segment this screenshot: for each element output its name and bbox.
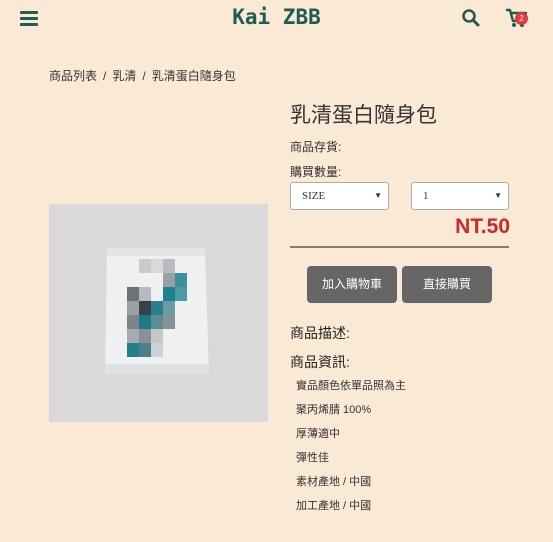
stock-label: 商品存貨: — [290, 140, 342, 154]
buy-now-button[interactable]: 直接購買 — [402, 266, 492, 303]
spec-item: 素材產地 / 中國 — [296, 476, 372, 488]
spec-item: 聚丙烯腈 100% — [296, 404, 372, 416]
chevron-down-icon: ▼ — [374, 191, 382, 200]
breadcrumb-item-current: 乳清蛋白隨身包 — [151, 69, 236, 83]
header: Kai ZBB 2 — [0, 0, 553, 36]
breadcrumb-separator: / — [142, 69, 146, 83]
add-to-cart-button[interactable]: 加入購物車 — [307, 266, 397, 303]
info-title: 商品資訊: — [290, 354, 350, 370]
size-select-value: SIZE — [302, 190, 326, 202]
description-title: 商品描述: — [290, 325, 350, 341]
search-icon[interactable] — [461, 8, 481, 28]
spec-item: 加工產地 / 中國 — [296, 500, 372, 512]
breadcrumb-separator: / — [103, 69, 107, 83]
spec-item: 厚薄適中 — [296, 428, 340, 440]
quantity-select-value: 1 — [423, 190, 429, 202]
spec-list: 實品顏色依單品照為主 聚丙烯腈 100% 厚薄適中 彈性佳 素材產地 / 中國 … — [296, 378, 406, 522]
cart-count-badge: 2 — [515, 12, 528, 25]
quantity-label: 購買數量: — [290, 165, 342, 179]
spec-item: 實品顏色依單品照為主 — [296, 380, 406, 392]
spec-item: 彈性佳 — [296, 452, 329, 464]
product-price: NT.50 — [455, 215, 510, 238]
quantity-select[interactable]: 1 ▼ — [411, 182, 509, 210]
breadcrumb-item-whey[interactable]: 乳清 — [112, 69, 136, 83]
size-select[interactable]: SIZE ▼ — [290, 182, 389, 210]
breadcrumb-item-product-list[interactable]: 商品列表 — [49, 69, 97, 83]
breadcrumb: 商品列表 / 乳清 / 乳清蛋白隨身包 — [49, 67, 236, 84]
product-image — [49, 204, 268, 422]
price-divider — [290, 246, 509, 248]
chevron-down-icon: ▼ — [494, 191, 502, 200]
product-title: 乳清蛋白隨身包 — [290, 104, 437, 127]
